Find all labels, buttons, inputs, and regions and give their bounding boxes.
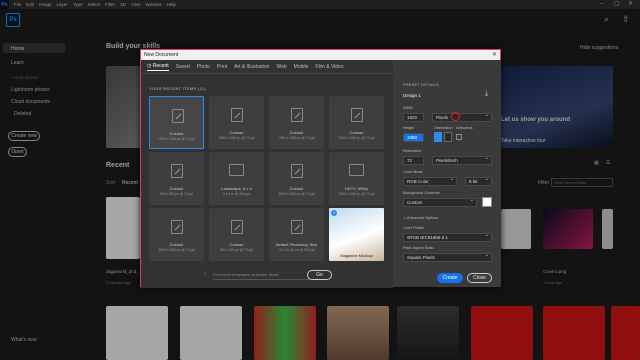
tab-print[interactable]: Print — [217, 64, 227, 70]
save-preset-icon[interactable]: ⤓ — [485, 90, 488, 98]
preset-card[interactable]: Custom 3240 x 1080 px @ 72 ppi — [329, 96, 384, 149]
cursor-highlight — [451, 112, 460, 121]
dialog-close-icon[interactable]: ✕ — [492, 50, 497, 60]
video-icon — [349, 164, 364, 176]
orientation-label: Orientation — [434, 126, 453, 130]
preset-desc: 16 x 21.01 cm @ 300 ppi — [278, 248, 315, 252]
preset-name: Landscape, 6 x 4 — [221, 186, 252, 191]
preset-desc: 3240 x 1080 px @ 72 ppi — [338, 136, 375, 140]
preset-desc: 1080 x 1080 px @ 72 ppi — [218, 136, 255, 140]
stock-search-input[interactable]: Find more templates on Adobe Stock — [213, 269, 313, 280]
brush-icon — [171, 164, 183, 178]
brush-icon — [172, 109, 184, 123]
preset-desc: 3840 x 2160 px @ 72 ppi — [158, 248, 195, 252]
new-document-dialog: New Document ✕ ◷ Recent Saved Photo Prin… — [140, 49, 501, 288]
brush-icon — [291, 220, 303, 234]
height-input[interactable]: 1080 — [403, 133, 424, 142]
artboards-label: Artboards — [456, 126, 473, 130]
height-label: Height — [403, 126, 414, 130]
preset-card[interactable]: Custom 3840 x 2160 px @ 72 ppi — [269, 152, 324, 205]
preset-desc: 1920 x 1080 px @ 72 ppi — [158, 137, 195, 141]
preset-desc: 500 x 502 px @ 72 ppi — [159, 192, 194, 196]
pixel-aspect-label: Pixel Aspect Ratio — [403, 246, 434, 250]
landscape-orientation-button[interactable] — [444, 132, 452, 142]
preset-name: Custom — [169, 242, 184, 247]
brush-icon — [291, 108, 303, 122]
bit-depth-select[interactable]: 8 bit — [465, 176, 492, 186]
preset-card[interactable]: Custom 500 x 500 px @ 72 ppi — [209, 208, 264, 261]
recent-items-label: YOUR RECENT ITEMS (11) — [149, 86, 206, 91]
preset-card[interactable]: Custom 500 x 502 px @ 72 ppi — [149, 152, 204, 205]
preset-name: Custom — [349, 130, 364, 135]
bg-contents-label: Background Contents — [403, 191, 440, 195]
advanced-options-label: Advanced Options — [407, 216, 439, 220]
image-icon — [229, 164, 244, 176]
preset-card[interactable]: Custom 1080 x 1080 px @ 72 ppi — [209, 96, 264, 149]
preset-card[interactable]: Landscape, 6 x 4 6 x 4 in @ 300 ppi — [209, 152, 264, 205]
resolution-input[interactable]: 72 — [403, 156, 424, 165]
preset-name: Custom — [169, 131, 184, 136]
preset-details-pane: PRESET DETAILS Design 1 ⤓ Width 1920 Pix… — [393, 60, 501, 287]
resolution-label: Resolution — [403, 149, 421, 153]
brush-icon — [291, 164, 303, 178]
preset-name: Custom — [289, 186, 304, 191]
brush-icon — [171, 220, 183, 234]
preset-desc: 3840 x 2160 px @ 72 ppi — [278, 192, 315, 196]
tab-recent-label: Recent — [152, 62, 169, 69]
preset-name: Magazine Mockup — [340, 253, 373, 258]
dialog-title: New Document — [144, 52, 179, 58]
preset-name: Default Photoshop Size — [275, 242, 318, 247]
advanced-options-toggle[interactable]: ⌄ Advanced Options — [403, 215, 438, 220]
bg-contents-select[interactable]: Custom — [403, 197, 477, 207]
brush-icon — [231, 108, 243, 122]
width-input[interactable]: 1920 — [403, 113, 424, 122]
color-mode-select[interactable]: RGB Color — [403, 176, 457, 186]
preset-name: Custom — [229, 130, 244, 135]
preset-details-label: PRESET DETAILS — [403, 83, 439, 87]
color-mode-label: Color Mode — [403, 170, 423, 174]
dialog-titlebar: New Document ✕ — [141, 50, 500, 60]
preset-desc: 1080 x 1080 px @ 72 ppi — [278, 136, 315, 140]
bg-color-swatch[interactable] — [482, 197, 492, 207]
portrait-orientation-button[interactable] — [434, 132, 442, 142]
tab-saved[interactable]: Saved — [176, 64, 190, 70]
brush-icon — [351, 108, 363, 122]
tab-photo[interactable]: Photo — [197, 64, 210, 70]
preset-desc: 1920 x 1080 px @ 72 ppi — [338, 192, 375, 196]
stock-search-icon: ⌕ — [204, 271, 207, 277]
preset-name: Custom — [169, 186, 184, 191]
create-button[interactable]: Create — [437, 273, 463, 283]
resolution-unit-select[interactable]: Pixels/Inch — [432, 155, 492, 165]
tab-film-video[interactable]: Film & Video — [315, 64, 343, 70]
artboards-checkbox[interactable] — [456, 134, 462, 140]
close-button[interactable]: Close — [467, 273, 492, 283]
brush-icon — [231, 220, 243, 234]
preset-card[interactable]: HDTV 1080p 1920 x 1080 px @ 72 ppi — [329, 152, 384, 205]
tab-recent[interactable]: ◷ Recent — [147, 63, 169, 71]
tab-mobile[interactable]: Mobile — [294, 64, 309, 70]
color-profile-label: Color Profile — [403, 226, 424, 230]
go-button[interactable]: Go — [307, 270, 332, 280]
presets-pane: YOUR RECENT ITEMS (11) Custom 1920 x 108… — [141, 74, 393, 288]
preset-card[interactable]: Default Photoshop Size 16 x 21.01 cm @ 3… — [269, 208, 324, 261]
tab-art-illustration[interactable]: Art & Illustration — [234, 64, 269, 70]
width-label: Width — [403, 106, 413, 110]
preset-desc: 500 x 500 px @ 72 ppi — [219, 248, 254, 252]
preset-card[interactable]: Custom 3840 x 2160 px @ 72 ppi — [149, 208, 204, 261]
preset-card[interactable]: Custom 1920 x 1080 px @ 72 ppi — [149, 96, 204, 149]
pixel-aspect-select[interactable]: Square Pixels — [403, 252, 492, 262]
width-unit-select[interactable]: Pixels — [432, 112, 492, 122]
checkmark-icon: ✓ — [331, 210, 337, 216]
preset-desc: 6 x 4 in @ 300 ppi — [223, 192, 250, 196]
preset-card-magazine[interactable]: ✓ Magazine Mockup — [329, 208, 384, 261]
preset-tabs: ◷ Recent Saved Photo Print Art & Illustr… — [141, 60, 393, 74]
preset-name: Custom — [289, 130, 304, 135]
preset-name: Custom — [229, 242, 244, 247]
preset-name: HDTV 1080p — [344, 186, 369, 191]
preset-card[interactable]: Custom 1080 x 1080 px @ 72 ppi — [269, 96, 324, 149]
document-name-field[interactable]: Design 1 — [403, 93, 421, 98]
color-profile-select[interactable]: sRGB IEC61966-2.1 — [403, 232, 492, 242]
tab-web[interactable]: Web — [276, 64, 286, 70]
